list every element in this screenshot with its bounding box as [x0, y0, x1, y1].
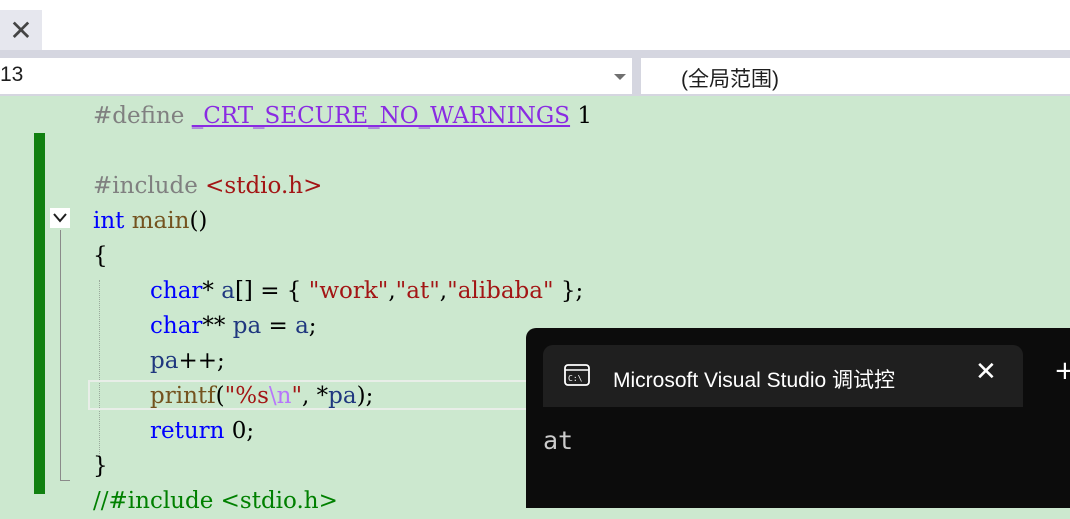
code-line-12: //#include <stdio.h>: [93, 488, 338, 514]
console-output: at: [543, 426, 574, 455]
console-tab[interactable]: C:\ Microsoft Visual Studio 调试控 ✕: [543, 345, 1023, 407]
project-dropdown-value: 13: [0, 63, 24, 86]
code-line-1: #define _CRT_SECURE_NO_WARNINGS 1: [93, 103, 592, 129]
scope-dropdown-value: (全局范围): [681, 68, 779, 91]
document-tab-strip: ✕: [0, 0, 1070, 50]
outline-end: [60, 480, 70, 481]
project-dropdown[interactable]: 13: [0, 58, 632, 94]
scope-dropdown[interactable]: (全局范围): [641, 58, 1070, 94]
dropdown-arrow-icon[interactable]: [614, 74, 626, 80]
console-icon: C:\: [564, 364, 590, 386]
code-line-4: int main(): [93, 208, 208, 234]
code-text: #define _CRT_SECURE_NO_WARNINGS 1 #inclu…: [93, 96, 592, 514]
debug-console-window[interactable]: C:\ Microsoft Visual Studio 调试控 ✕ + at: [526, 328, 1070, 508]
code-line-9: printf("%s\n", *pa);: [150, 383, 374, 409]
code-line-8: pa++;: [150, 348, 225, 374]
svg-text:C:\: C:\: [568, 374, 583, 383]
new-tab-plus-icon[interactable]: +: [1054, 358, 1070, 384]
code-line-10: return 0;: [150, 418, 255, 444]
code-line-7: char** pa = a;: [150, 313, 317, 339]
code-line-11: }: [93, 453, 108, 479]
outline-guide: [60, 230, 61, 480]
close-tab-icon[interactable]: ✕: [0, 10, 42, 50]
code-line-5: {: [93, 243, 108, 269]
navigation-bar: 13 (全局范围): [0, 56, 1070, 96]
console-title: Microsoft Visual Studio 调试控: [613, 369, 896, 392]
close-icon[interactable]: ✕: [975, 359, 997, 385]
change-tracking-bar: [34, 133, 45, 494]
code-line-6: char* a[] = { "work","at","alibaba" };: [150, 278, 584, 304]
code-line-3: #include <stdio.h>: [93, 173, 323, 199]
collapse-icon[interactable]: [50, 208, 70, 228]
